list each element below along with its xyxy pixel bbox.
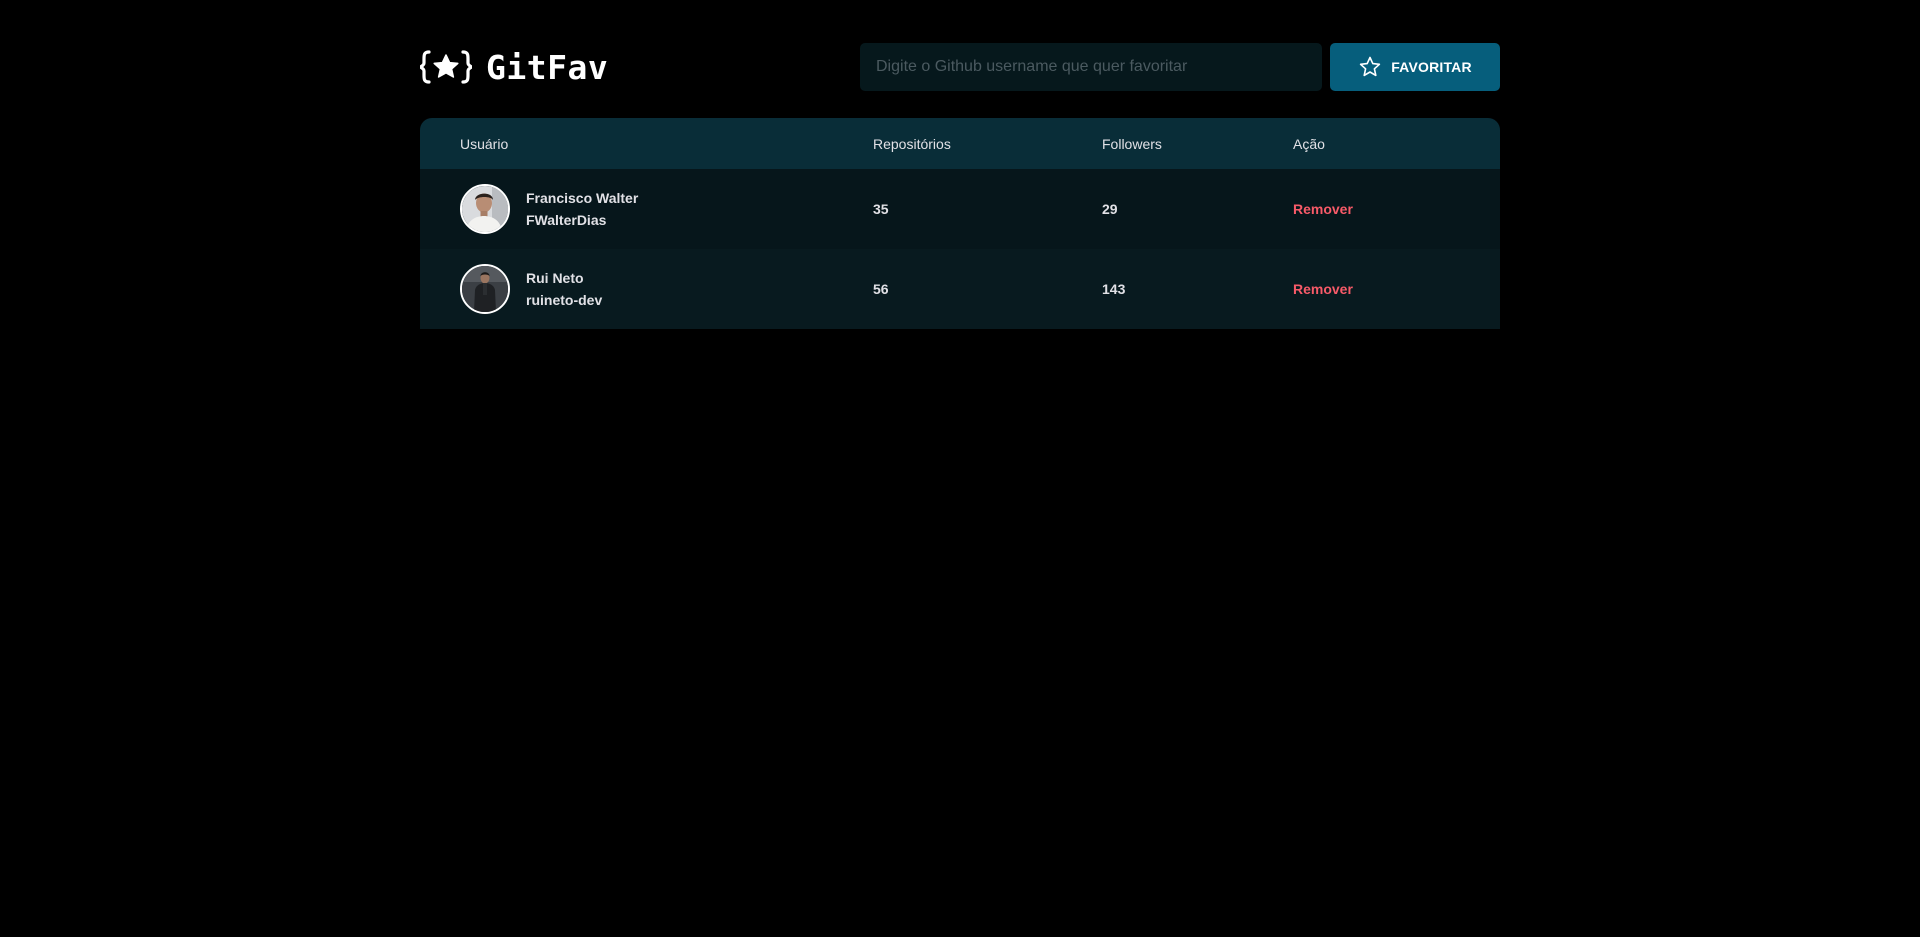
app-container: GitFav FAVORITAR Usuário Repositórios Fo… <box>420 0 1500 329</box>
table-row: Rui Neto ruineto-dev 56 143 Remover <box>420 249 1500 329</box>
user-login[interactable]: FWalterDias <box>526 211 638 229</box>
column-header-followers: Followers <box>1102 135 1162 152</box>
favorites-table: Usuário Repositórios Followers Ação Fran… <box>420 118 1500 329</box>
avatar[interactable] <box>460 184 510 234</box>
avatar[interactable] <box>460 264 510 314</box>
action-cell: Remover <box>1293 249 1500 329</box>
column-header-repos: Repositórios <box>873 135 951 152</box>
logo-text: GitFav <box>486 47 609 87</box>
user-cell: Francisco Walter FWalterDias <box>420 169 873 249</box>
remove-button[interactable]: Remover <box>1293 281 1353 297</box>
search-input[interactable] <box>860 43 1322 91</box>
table-row: Francisco Walter FWalterDias 35 29 Remov… <box>420 169 1500 249</box>
followers-count: 29 <box>1102 201 1118 217</box>
followers-count: 143 <box>1102 281 1126 297</box>
repositories-count: 35 <box>873 201 889 217</box>
action-cell: Remover <box>1293 169 1500 249</box>
braces-star-icon <box>420 50 472 84</box>
user-names: Francisco Walter FWalterDias <box>526 189 638 229</box>
column-header-action: Ação <box>1293 135 1325 152</box>
repositories-count: 56 <box>873 281 889 297</box>
table-header-row: Usuário Repositórios Followers Ação <box>420 118 1500 169</box>
star-outline-icon <box>1358 55 1382 79</box>
remove-button[interactable]: Remover <box>1293 201 1353 217</box>
user-cell: Rui Neto ruineto-dev <box>420 249 873 329</box>
user-login[interactable]: ruineto-dev <box>526 291 602 309</box>
favoritar-label: FAVORITAR <box>1391 59 1472 75</box>
favoritar-button[interactable]: FAVORITAR <box>1330 43 1500 91</box>
search-bar: FAVORITAR <box>860 43 1500 91</box>
logo: GitFav <box>420 48 608 87</box>
user-name: Francisco Walter <box>526 190 639 206</box>
page-header: GitFav FAVORITAR <box>420 43 1500 91</box>
user-name: Rui Neto <box>526 270 584 286</box>
user-names: Rui Neto ruineto-dev <box>526 269 602 309</box>
column-header-user: Usuário <box>460 135 509 152</box>
